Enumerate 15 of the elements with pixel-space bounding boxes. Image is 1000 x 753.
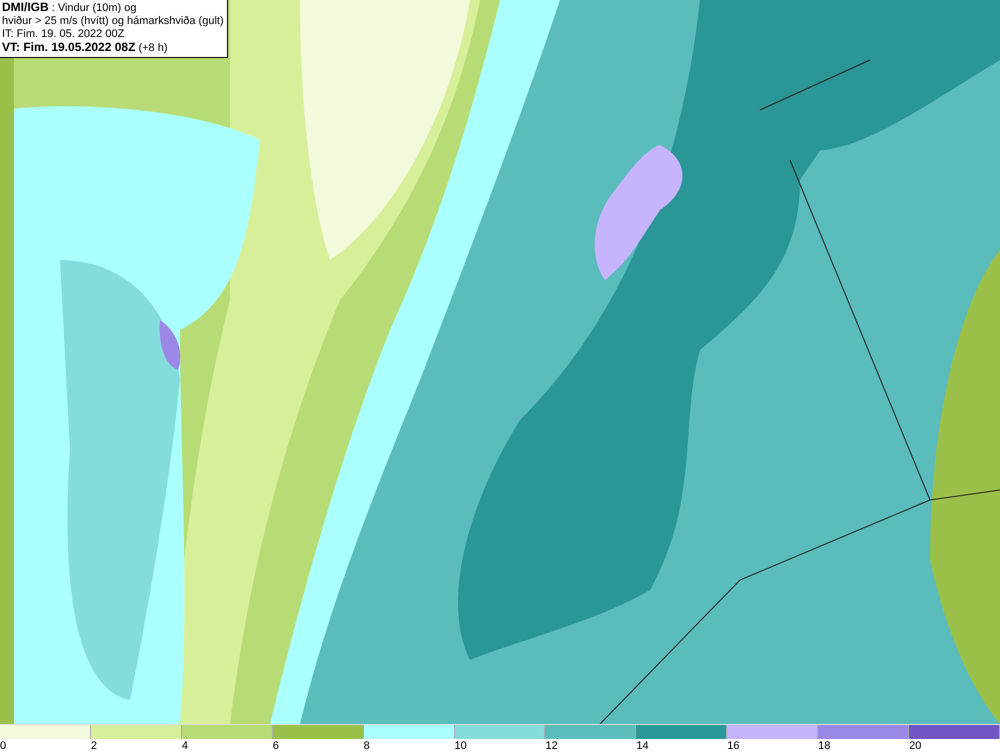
legend-label: 2 xyxy=(90,740,98,752)
legend-label: 18 xyxy=(818,740,830,752)
legend-label: 14 xyxy=(636,740,649,752)
legend-label: 10 xyxy=(454,740,467,752)
title-text: IT: Fim. 19. 05. 2022 00Z xyxy=(2,28,126,41)
legend-label: 6 xyxy=(272,740,279,752)
legend-label: 16 xyxy=(727,740,740,752)
legend-label: 4 xyxy=(182,740,188,752)
title-text: DMI/IGB : Vindur (10m) og xyxy=(2,1,138,15)
title-text: hviður > 25 m/s (hvítt) og hámarkshviða (gult) xyxy=(2,15,224,28)
legend-label: 12 xyxy=(545,740,558,752)
legend-label: 8 xyxy=(364,740,370,752)
title-text: VT: Fim. 19.05.2022 08Z (+8 h) xyxy=(2,41,169,55)
legend-label: 0 xyxy=(0,740,6,752)
legend-label: 20 xyxy=(909,740,922,752)
